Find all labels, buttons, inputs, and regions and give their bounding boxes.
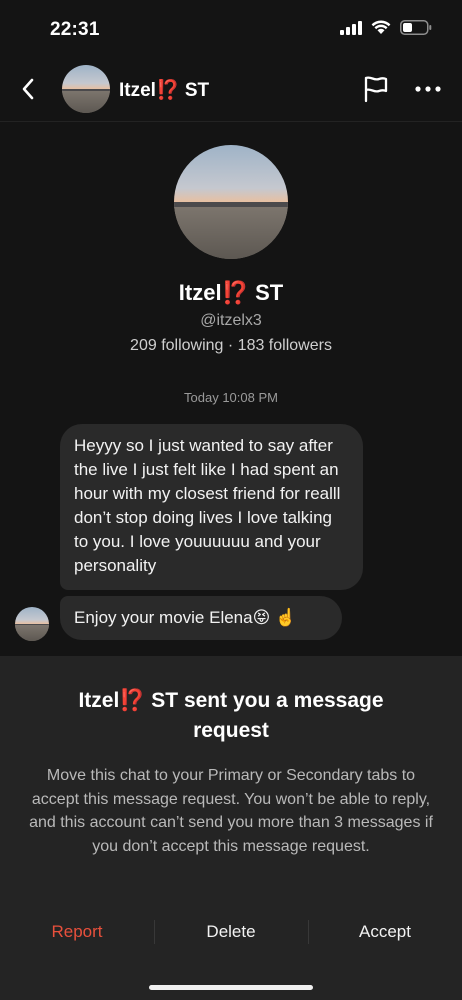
report-button[interactable]: Report bbox=[0, 912, 154, 952]
more-icon bbox=[415, 86, 441, 92]
profile-handle: @itzelx3 bbox=[200, 312, 262, 329]
profile-name[interactable]: Itzel⁉️ ST bbox=[0, 280, 462, 306]
cellular-signal-icon bbox=[340, 20, 362, 35]
home-indicator[interactable] bbox=[149, 985, 313, 990]
wifi-icon bbox=[371, 20, 391, 34]
request-description: Move this chat to your Primary or Second… bbox=[29, 767, 433, 855]
request-actions: Report Delete Accept bbox=[0, 912, 462, 952]
profile-avatar[interactable] bbox=[174, 145, 288, 259]
report-flag-button[interactable] bbox=[362, 74, 390, 109]
flag-icon bbox=[364, 76, 388, 103]
message-request-sheet: Itzel⁉️ ST sent you a message request Mo… bbox=[0, 656, 462, 1000]
profile-follow-stats: 209 following · 183 followers bbox=[130, 337, 332, 354]
header-avatar[interactable] bbox=[62, 65, 110, 113]
chevron-left-icon bbox=[22, 78, 34, 100]
message-timestamp: Today 10:08 PM bbox=[184, 390, 278, 405]
status-bar: 22:31 bbox=[0, 0, 462, 60]
sender-avatar[interactable] bbox=[15, 607, 49, 641]
header-username[interactable]: Itzel⁉️ ST bbox=[119, 78, 209, 102]
battery-icon bbox=[400, 20, 432, 35]
status-icons bbox=[340, 20, 432, 35]
conversation-header: Itzel⁉️ ST bbox=[0, 60, 462, 122]
request-title: Itzel⁉️ ST sent you a message request bbox=[78, 689, 384, 742]
back-button[interactable] bbox=[14, 74, 42, 104]
status-time: 22:31 bbox=[50, 19, 100, 40]
delete-button[interactable]: Delete bbox=[154, 912, 308, 952]
message-bubble[interactable]: Enjoy your movie Elena😝 ☝️ bbox=[60, 596, 342, 640]
accept-button[interactable]: Accept bbox=[308, 912, 462, 952]
message-bubble[interactable]: Heyyy so I just wanted to say after the … bbox=[60, 424, 363, 590]
more-options-button[interactable] bbox=[414, 74, 442, 109]
